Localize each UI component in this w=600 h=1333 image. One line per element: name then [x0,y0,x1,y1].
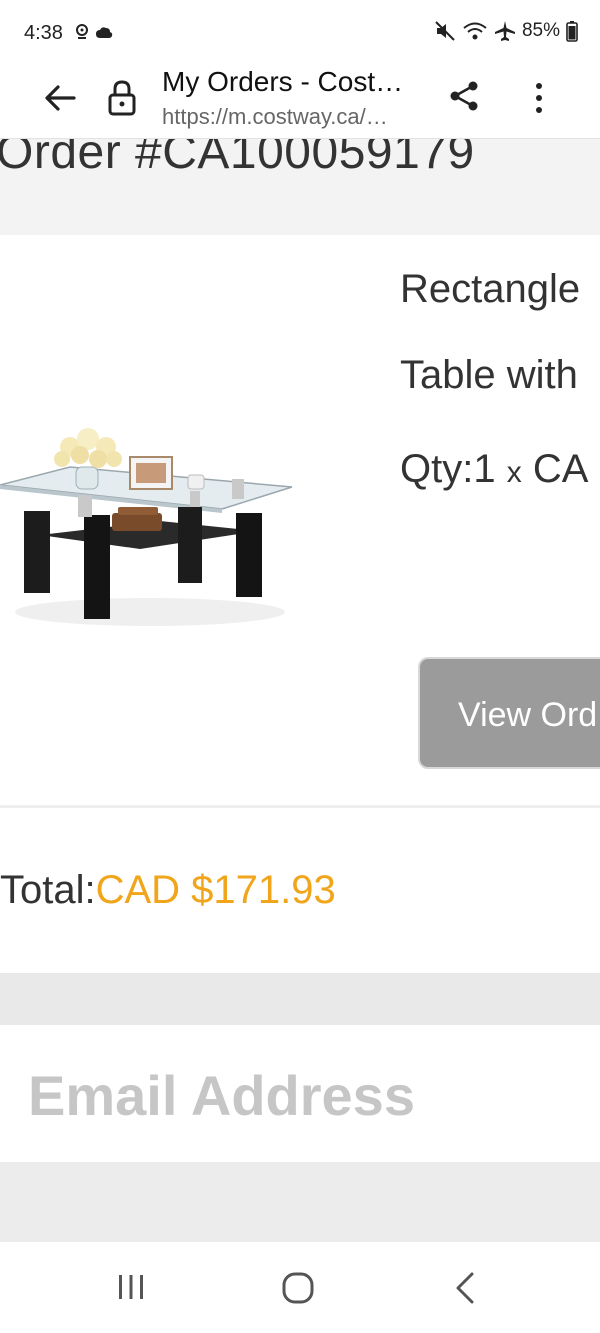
more-vert-icon[interactable] [526,78,552,118]
status-left-icons [74,23,120,48]
status-time: 4:38 [24,22,63,44]
browser-toolbar: My Orders - Cost… https://m.costway.ca/… [0,66,600,139]
cloud-icon [96,27,113,38]
battery-percent: 85% [521,20,560,41]
total-line: Total:CAD $171.93 [0,868,336,913]
unit-price: CA [532,447,589,491]
lock-icon[interactable] [106,78,138,118]
view-order-button[interactable]: View Ord [418,657,600,769]
footer-band [0,1162,600,1242]
location-icon [76,24,88,39]
product-name-line2[interactable]: Table with [400,353,578,398]
page-title[interactable]: My Orders - Cost… [162,66,422,98]
recents-icon[interactable] [114,1272,148,1302]
multiply-sign: x [506,456,522,489]
home-icon[interactable] [280,1270,316,1306]
order-total-row: Total:CAD $171.93 [0,808,600,973]
coffee-table-photo[interactable] [0,407,300,637]
quantity-label: Qty:1 [400,447,496,491]
share-icon[interactable] [446,78,482,114]
total-label: Total: [0,868,96,912]
email-address-heading: Email Address [28,1064,415,1127]
wifi-icon [463,22,487,40]
email-section: Email Address [0,1025,600,1162]
system-nav-bar [0,1242,600,1333]
mute-icon [435,21,455,41]
status-right-group: 85% [434,20,578,42]
back-arrow-icon[interactable] [42,80,78,116]
airplane-icon [494,21,515,41]
back-icon[interactable] [452,1270,478,1306]
order-header: Order #CA100059179 [0,139,600,235]
quantity-price-line: Qty:1 x CA [400,447,588,492]
order-number: Order #CA100059179 [0,139,475,179]
status-bar: 4:38 85% [0,0,600,66]
total-amount: CAD $171.93 [95,868,336,912]
order-item-card: Rectangle Table with Qty:1 x CA View Ord [0,235,600,805]
battery-icon [566,21,578,42]
section-gap [0,973,600,1025]
page-url[interactable]: https://m.costway.ca/… [162,104,422,130]
product-name-line1[interactable]: Rectangle [400,267,580,312]
